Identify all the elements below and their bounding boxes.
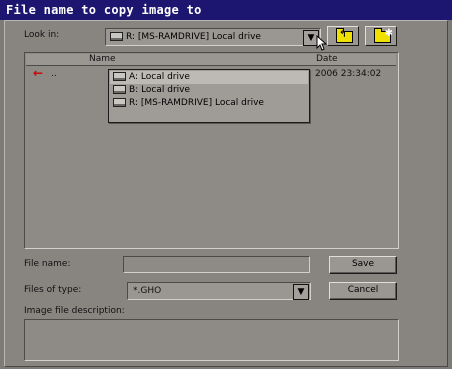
look-in-label: Look in: (24, 30, 60, 40)
look-in-selected: R: [MS-RAMDRIVE] Local drive (110, 32, 261, 42)
ram-drive-icon (113, 98, 126, 107)
new-folder-button[interactable]: ✱ (365, 26, 397, 46)
up-arrow-icon: ← (33, 66, 44, 80)
cancel-button[interactable]: Cancel (329, 282, 397, 300)
up-one-level-icon: ↰ (336, 28, 353, 43)
dropdown-item-a-label: A: Local drive (129, 72, 190, 82)
files-of-type-dropdown-arrow-icon[interactable]: ▼ (293, 284, 309, 300)
dropdown-item-b-label: B: Local drive (129, 85, 191, 95)
look-in-dropdown-list: A: Local drive B: Local drive R: [MS-RAM… (108, 69, 310, 123)
look-in-selected-label: R: [MS-RAMDRIVE] Local drive (126, 32, 261, 42)
file-save-dialog: Look in: R: [MS-RAMDRIVE] Local drive ▼ … (4, 20, 448, 367)
floppy-drive-icon (113, 72, 126, 81)
title-bar: File name to copy image to (0, 0, 452, 20)
files-of-type-label: Files of type: (24, 285, 82, 295)
dropdown-item-r[interactable]: R: [MS-RAMDRIVE] Local drive (110, 97, 308, 110)
file-name-label: File name: (24, 259, 71, 269)
up-one-level-button[interactable]: ↰ (327, 26, 359, 46)
image-description-label: Image file description: (24, 306, 125, 316)
save-button-label: Save (351, 259, 375, 269)
sparkle-icon: ✱ (384, 28, 393, 39)
ram-drive-icon (110, 32, 123, 41)
files-of-type-combo[interactable]: *.GHO ▼ (127, 282, 311, 300)
column-date[interactable]: Date (316, 54, 338, 64)
dropdown-item-b[interactable]: B: Local drive (110, 84, 308, 97)
list-item-date: 2006 23:34:02 (315, 69, 382, 79)
dropdown-item-r-label: R: [MS-RAMDRIVE] Local drive (129, 98, 264, 108)
window-title: File name to copy image to (6, 3, 202, 17)
cancel-button-label: Cancel (347, 285, 379, 295)
save-button[interactable]: Save (329, 256, 397, 274)
file-list-header: Name Date (26, 54, 396, 66)
look-in-combo[interactable]: R: [MS-RAMDRIVE] Local drive ▼ (105, 28, 321, 46)
list-item-name: .. (51, 69, 57, 79)
file-name-input[interactable] (123, 256, 310, 273)
column-name[interactable]: Name (89, 54, 116, 64)
files-of-type-value: *.GHO (133, 286, 162, 296)
floppy-drive-icon (113, 85, 126, 94)
image-description-field[interactable] (24, 319, 399, 361)
dropdown-item-a[interactable]: A: Local drive (110, 71, 308, 84)
